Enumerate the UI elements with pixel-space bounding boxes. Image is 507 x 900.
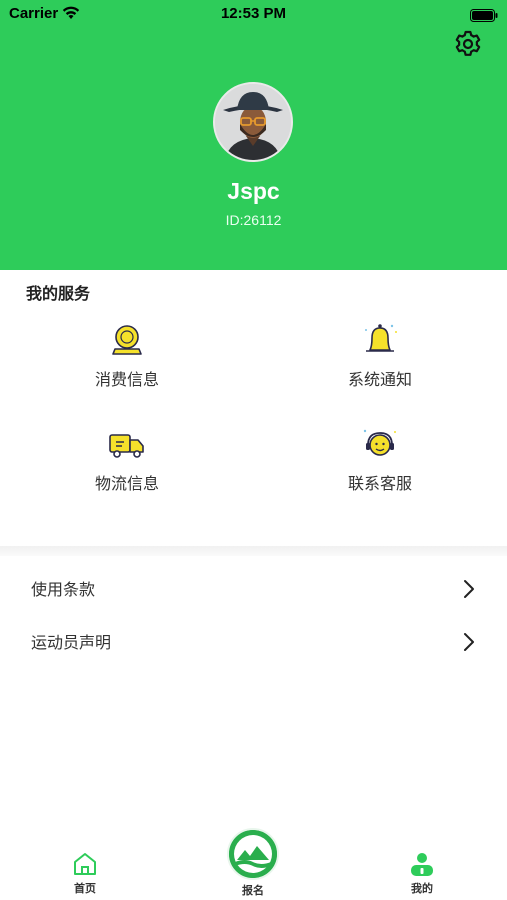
chevron-right-icon bbox=[464, 580, 474, 598]
tab-label: 报名 bbox=[242, 884, 264, 897]
tab-label: 首页 bbox=[74, 882, 96, 895]
service-label: 联系客服 bbox=[347, 474, 412, 493]
home-icon bbox=[74, 853, 96, 875]
status-bar: Carrier 12:53 PM bbox=[0, 0, 507, 28]
services-panel: 我的服务 消费信息 系统通知 物流信息 联系客服 bbox=[0, 270, 507, 548]
brand-logo-icon bbox=[227, 828, 279, 880]
headset-icon bbox=[363, 429, 396, 456]
service-label: 物流信息 bbox=[94, 474, 159, 493]
tab-bar: 首页 报名 我的 bbox=[0, 820, 507, 900]
clock-label: 12:53 PM bbox=[220, 5, 287, 22]
tab-label: 我的 bbox=[411, 882, 433, 895]
services-title: 我的服务 bbox=[26, 284, 91, 303]
chevron-right-icon bbox=[464, 633, 474, 651]
user-id: ID:26112 bbox=[225, 212, 282, 228]
tab-home[interactable]: 首页 bbox=[40, 850, 130, 896]
settings-list: 使用条款 运动员声明 bbox=[0, 556, 507, 662]
coin-icon bbox=[112, 325, 142, 355]
tab-register[interactable]: 报名 bbox=[208, 828, 298, 898]
bell-icon bbox=[365, 324, 397, 352]
section-divider bbox=[0, 546, 507, 556]
service-logistics-info[interactable]: 物流信息 bbox=[57, 422, 197, 494]
list-item-label: 运动员声明 bbox=[31, 633, 112, 652]
service-consumption-info[interactable]: 消费信息 bbox=[57, 318, 197, 390]
avatar[interactable] bbox=[213, 82, 293, 162]
list-item-label: 使用条款 bbox=[31, 580, 96, 599]
list-item-terms[interactable]: 使用条款 bbox=[0, 556, 507, 609]
person-icon bbox=[411, 853, 433, 876]
profile-header: Carrier 12:53 PM Jspc ID:26112 bbox=[0, 0, 507, 270]
service-system-notice[interactable]: 系统通知 bbox=[310, 318, 450, 390]
user-name: Jspc bbox=[227, 178, 280, 204]
service-label: 消费信息 bbox=[94, 370, 159, 389]
gear-icon bbox=[455, 30, 481, 56]
service-contact-support[interactable]: 联系客服 bbox=[310, 422, 450, 494]
truck-icon bbox=[109, 434, 144, 458]
settings-button[interactable] bbox=[452, 28, 484, 60]
tab-mine[interactable]: 我的 bbox=[377, 850, 467, 896]
service-label: 系统通知 bbox=[347, 370, 412, 389]
battery-icon bbox=[470, 7, 498, 26]
list-item-athlete-statement[interactable]: 运动员声明 bbox=[0, 609, 507, 662]
